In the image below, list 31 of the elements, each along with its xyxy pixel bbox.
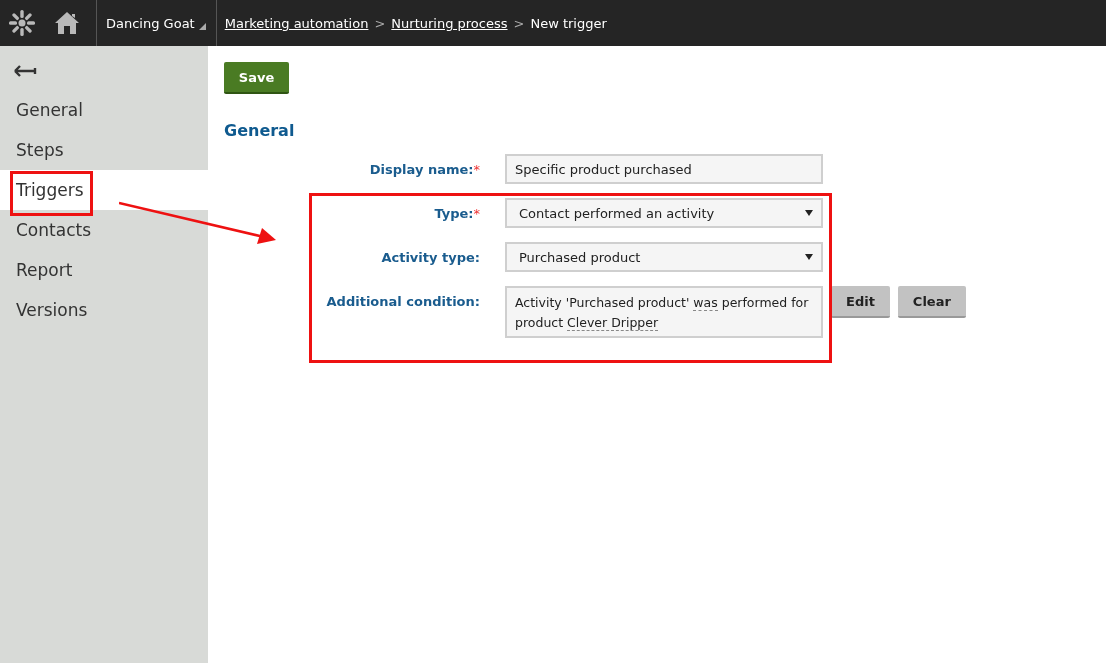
sidebar-item[interactable]: Steps	[0, 130, 208, 170]
field-label: Activity type:	[380, 249, 480, 265]
breadcrumb-separator: >	[513, 15, 525, 31]
breadcrumb-link[interactable]: Nurturing process	[391, 15, 508, 31]
section-title: General	[224, 121, 296, 140]
dropdown[interactable]: Purchased product	[505, 242, 823, 272]
sidebar-item[interactable]: Versions	[0, 290, 208, 330]
logo-icon[interactable]	[8, 9, 36, 37]
caret-icon	[198, 22, 206, 30]
sidebar-item[interactable]: Report	[0, 250, 208, 290]
sidebar-item[interactable]: General	[0, 90, 208, 130]
clear-button[interactable]: Clear	[897, 286, 966, 318]
save-button[interactable]: Save	[224, 62, 289, 94]
breadcrumb-link[interactable]: Marketing automation	[224, 15, 369, 31]
required-asterisk: *	[473, 162, 480, 177]
dropdown[interactable]: Contact performed an activity	[505, 198, 823, 228]
field-label: Type:*	[433, 205, 480, 221]
dropdown-caret-icon	[805, 254, 813, 260]
input-field[interactable]: Specific product purchased	[505, 154, 823, 184]
breadcrumb-current: New trigger	[530, 15, 607, 31]
field-label: Display name:*	[368, 161, 480, 177]
dropdown-caret-icon	[805, 210, 813, 216]
field-label: Additional condition:	[325, 293, 480, 309]
sidebar-item[interactable]: Triggers	[0, 170, 208, 210]
required-asterisk: *	[473, 206, 480, 221]
condition-text: Activity 'Purchased product' was performed for product Clever Dripper	[505, 286, 823, 338]
home-icon[interactable]	[54, 11, 80, 35]
breadcrumb-separator: >	[374, 15, 386, 31]
back-arrow-icon[interactable]	[13, 64, 37, 78]
sidebar-item[interactable]: Contacts	[0, 210, 208, 250]
edit-button[interactable]: Edit	[831, 286, 890, 318]
